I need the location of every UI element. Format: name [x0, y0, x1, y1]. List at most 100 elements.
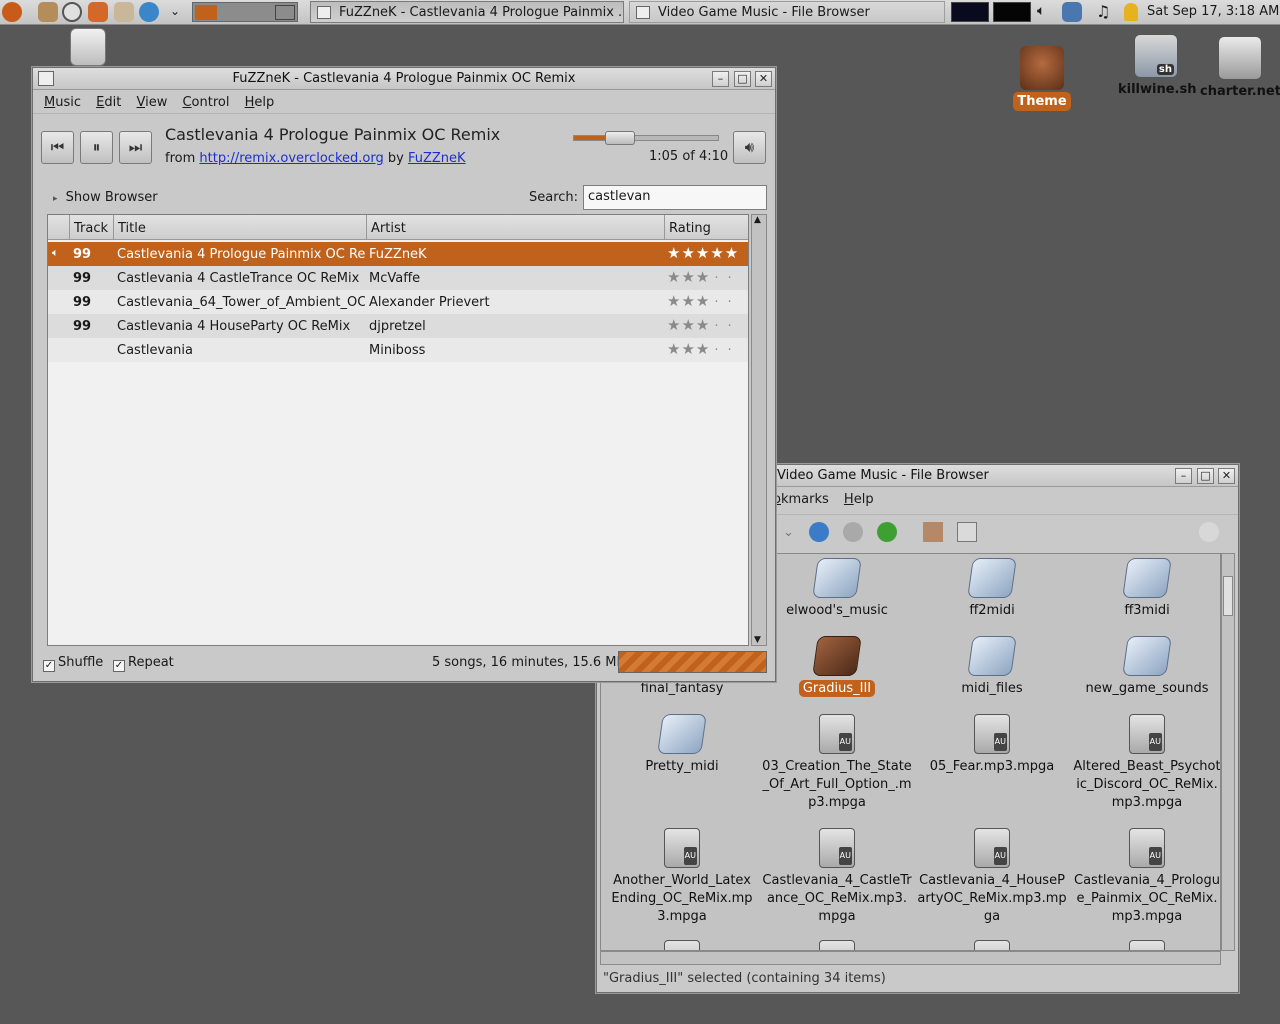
- audio-file-item[interactable]: 03_Creation_The_State_Of_Art_Full_Option…: [762, 714, 912, 812]
- table-row[interactable]: 🔈︎ 99 Castlevania 4 Prologue Painmix OC Re…: [48, 242, 748, 266]
- cpu-monitor[interactable]: [951, 2, 989, 22]
- desktop-icon-charter[interactable]: charter.net: [1200, 36, 1280, 99]
- show-browser-toggle[interactable]: ▸ Show Browser: [53, 190, 158, 205]
- reload-icon[interactable]: [877, 522, 897, 542]
- audio-file-icon[interactable]: [819, 940, 855, 950]
- menu-help[interactable]: Help: [239, 90, 280, 110]
- minimize-button[interactable]: –: [1175, 468, 1192, 484]
- home-icon[interactable]: [923, 522, 943, 542]
- menu-music[interactable]: Music: [38, 90, 86, 110]
- audio-file-item[interactable]: Altered_Beast_Psychotic_Discord_OC_ReMix…: [1072, 714, 1220, 812]
- repeat-checkbox[interactable]: ✓ Repeat: [113, 655, 174, 672]
- workspace-switcher[interactable]: [192, 2, 298, 22]
- up-arrow-icon[interactable]: [809, 522, 829, 542]
- music-player-window: FuZZneK - Castlevania 4 Prologue Painmix…: [32, 67, 776, 682]
- folder-item[interactable]: ff3midi: [1072, 558, 1220, 620]
- task-file-browser[interactable]: Video Game Music - File Browser: [629, 1, 945, 23]
- rating-stars[interactable]: ★★★ ··: [667, 292, 741, 310]
- pause-button[interactable]: ⏸︎: [80, 131, 113, 164]
- item-label: midi_files: [961, 681, 1023, 696]
- player-titlebar[interactable]: FuZZneK - Castlevania 4 Prologue Painmix…: [33, 68, 775, 90]
- desktop-icon-theme[interactable]: Theme: [1010, 46, 1074, 111]
- computer-icon[interactable]: [957, 522, 977, 542]
- table-row[interactable]: Castlevania Miniboss ★★★ ··: [48, 338, 748, 362]
- clock[interactable]: Sat Sep 17, 3:18 AM: [1147, 4, 1279, 19]
- stop-icon[interactable]: [843, 522, 863, 542]
- search-input[interactable]: castlevan: [583, 185, 767, 210]
- folder-item[interactable]: Gradius_III: [762, 636, 912, 698]
- artist-link[interactable]: FuZZneK: [408, 151, 466, 166]
- firefox-icon[interactable]: [88, 2, 108, 22]
- table-row[interactable]: 99 Castlevania 4 HouseParty OC ReMix djpre…: [48, 314, 748, 338]
- table-row[interactable]: 99 Castlevania 4 CastleTrance OC ReMix McV…: [48, 266, 748, 290]
- desktop-icon-killwine[interactable]: sh killwine.sh: [1118, 34, 1196, 97]
- audio-file-item[interactable]: 05_Fear.mp3.mpga: [917, 714, 1067, 776]
- seek-slider[interactable]: [573, 131, 719, 145]
- playlist-vertical-scrollbar[interactable]: ▲ ▼: [751, 214, 767, 646]
- chevron-down-icon[interactable]: ⌄: [170, 4, 180, 18]
- package-icon[interactable]: [38, 2, 58, 22]
- browser-horizontal-scrollbar[interactable]: [600, 951, 1221, 965]
- audio-file-icon[interactable]: [1129, 940, 1165, 950]
- home-icon[interactable]: [114, 2, 134, 22]
- memory-monitor[interactable]: [993, 2, 1031, 22]
- item-label: ff2midi: [969, 603, 1015, 618]
- music-note-icon[interactable]: ♫: [1096, 2, 1110, 21]
- rating-stars[interactable]: ★★★ ··: [667, 316, 741, 334]
- close-button[interactable]: ✕: [755, 71, 772, 87]
- close-button[interactable]: ✕: [1218, 468, 1235, 484]
- volume-icon[interactable]: 🔈︎: [1037, 3, 1045, 19]
- shuffle-checkbox[interactable]: ✓ Shuffle: [43, 655, 103, 672]
- menu-help[interactable]: Help: [838, 487, 879, 507]
- folder-item[interactable]: Pretty_midi: [607, 714, 757, 776]
- workspace-1[interactable]: [195, 5, 217, 20]
- scroll-down-arrow-icon[interactable]: ▼: [754, 635, 761, 645]
- menu-bookmarks[interactable]: okmarks: [773, 487, 834, 507]
- minimize-button[interactable]: –: [712, 71, 729, 87]
- column-header-icon[interactable]: [48, 215, 70, 240]
- desktop-drive-icon[interactable]: [70, 28, 106, 66]
- artist-cell: Miniboss: [369, 343, 426, 358]
- folder-item[interactable]: ff2midi: [917, 558, 1067, 620]
- menu-edit[interactable]: Edit: [90, 90, 126, 110]
- audio-file-item[interactable]: Castlevania_4_CastleTrance_OC_ReMix.mp3.…: [762, 828, 912, 926]
- audio-file-item[interactable]: Castlevania_4_HousePartyOC_ReMix.mp3.mpg…: [917, 828, 1067, 926]
- menu-control[interactable]: Control: [176, 90, 234, 110]
- audio-file-item[interactable]: Castlevania_4_Prologue_Painmix_OC_ReMix.…: [1072, 828, 1220, 926]
- audio-file-icon[interactable]: [974, 940, 1010, 950]
- title-cell: Castlevania: [117, 343, 194, 358]
- folder-item[interactable]: midi_files: [917, 636, 1067, 698]
- main-menu-icon[interactable]: [2, 2, 22, 22]
- rating-stars[interactable]: ★★★ ··: [667, 340, 741, 358]
- maximize-button[interactable]: □: [734, 71, 751, 87]
- column-header-artist[interactable]: Artist: [367, 215, 665, 240]
- volume-button[interactable]: 🔊︎: [733, 131, 766, 164]
- chevron-down-icon[interactable]: ⌄: [783, 525, 794, 540]
- task-player[interactable]: FuZZneK - Castlevania 4 Prologue Painmix…: [310, 1, 624, 23]
- next-button[interactable]: ⏭︎: [119, 131, 152, 164]
- workspace-grid-icon[interactable]: [275, 5, 295, 20]
- user-icon[interactable]: [1124, 3, 1138, 21]
- source-link[interactable]: http://remix.overclocked.org: [199, 151, 383, 166]
- folder-item[interactable]: new_game_sounds: [1072, 636, 1220, 698]
- scrollbar-thumb[interactable]: [1223, 576, 1233, 616]
- column-header-title[interactable]: Title: [114, 215, 367, 240]
- seek-slider-thumb[interactable]: [605, 131, 636, 145]
- audio-file-icon[interactable]: [664, 940, 700, 950]
- table-row[interactable]: 99 Castlevania_64_Tower_of_Ambient_OC Alex…: [48, 290, 748, 314]
- trash-icon[interactable]: [1062, 2, 1082, 22]
- menu-view[interactable]: View: [130, 90, 172, 110]
- rating-stars[interactable]: ★★★ ··: [667, 268, 741, 286]
- script-icon: sh: [1134, 34, 1178, 78]
- browser-vertical-scrollbar[interactable]: [1221, 553, 1235, 951]
- rating-stars[interactable]: ★★★★★: [667, 244, 743, 262]
- previous-button[interactable]: ⏮︎: [41, 131, 74, 164]
- maximize-button[interactable]: □: [1197, 468, 1214, 484]
- search-icon[interactable]: [62, 2, 82, 22]
- folder-item[interactable]: elwood's_music: [762, 558, 912, 620]
- audio-file-item[interactable]: Another_World_Latex Ending_OC_ReMix.mp3.…: [607, 828, 757, 926]
- column-header-track[interactable]: Track: [70, 215, 114, 240]
- clock-app-icon[interactable]: [139, 2, 159, 22]
- column-header-rating[interactable]: Rating: [665, 215, 748, 240]
- scroll-up-arrow-icon[interactable]: ▲: [754, 215, 761, 225]
